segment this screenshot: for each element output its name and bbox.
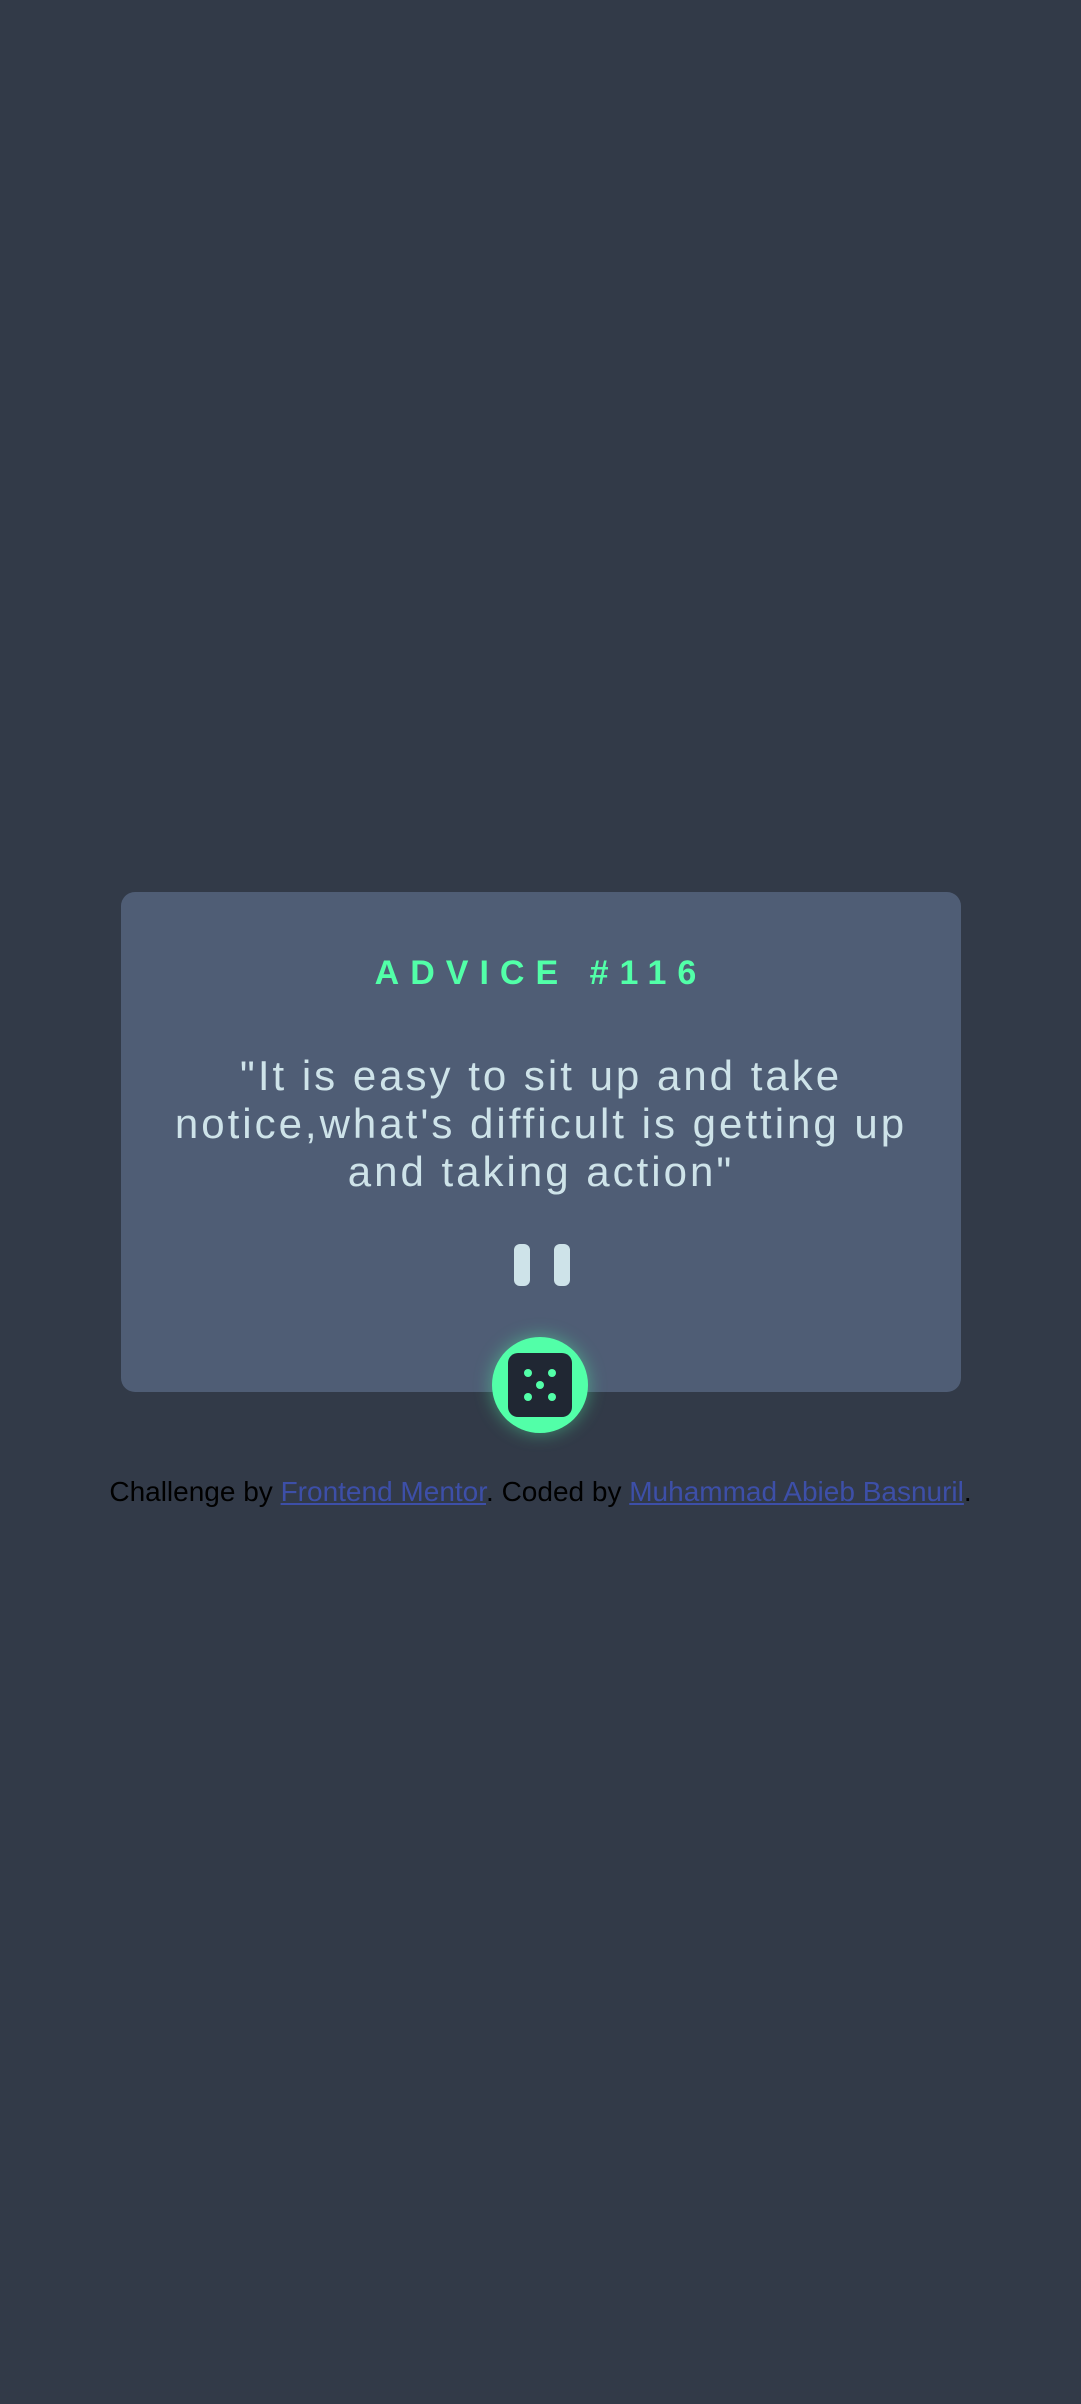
divider-bar-right — [554, 1244, 570, 1286]
dice-icon — [508, 1353, 572, 1417]
advice-number: ADVICE #116 — [374, 954, 708, 992]
author-link[interactable]: Muhammad Abieb Basnuril — [629, 1476, 964, 1507]
pause-divider-icon — [514, 1244, 570, 1286]
attribution-suffix: . — [963, 1476, 972, 1507]
advice-quote: "It is easy to sit up and take notice,wh… — [174, 1052, 908, 1195]
divider-bar-left — [514, 1244, 530, 1286]
advice-card: ADVICE #116 "It is easy to sit up and ta… — [121, 892, 961, 1392]
attribution-middle: . Coded by — [486, 1476, 630, 1507]
attribution: Challenge by Frontend Mentor. Coded by M… — [0, 1475, 1081, 1509]
frontend-mentor-link[interactable]: Frontend Mentor — [281, 1476, 486, 1507]
generate-advice-button[interactable] — [492, 1337, 588, 1433]
attribution-prefix: Challenge by — [109, 1476, 281, 1507]
